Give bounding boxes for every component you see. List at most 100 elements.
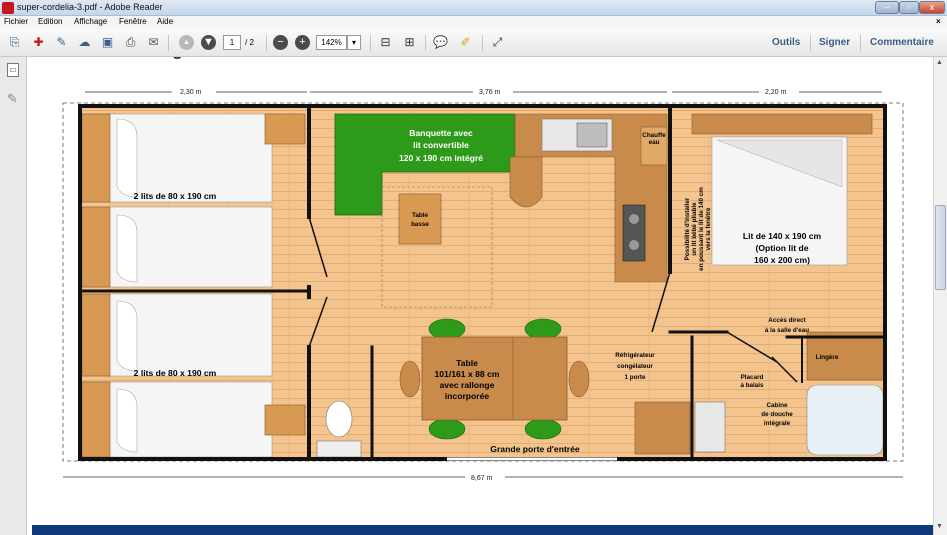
- cloud-icon[interactable]: ☁: [76, 34, 93, 51]
- floor-plan: g 2,30 m 3,76 m 2,20 m 8,67 m 2 lits de: [32, 57, 933, 535]
- window-title: super-cordelia-3.pdf - Adobe Reader: [17, 2, 163, 12]
- toolbar-separator: [370, 35, 371, 51]
- label-chauffe-eau-2: eau: [649, 139, 660, 146]
- zoom-level-input[interactable]: 142%: [316, 35, 347, 50]
- toolbar-separator: [860, 35, 861, 51]
- menu-edition[interactable]: Edition: [38, 17, 62, 26]
- label-entrance: Grande porte d'entrée: [490, 444, 580, 454]
- heading-fragment: g: [172, 57, 183, 59]
- label-frigo-2: congélateur: [617, 363, 653, 370]
- expand-icon[interactable]: ⤢: [489, 34, 506, 51]
- table-basse: [398, 193, 442, 245]
- label-douche-2: de douche: [761, 411, 793, 418]
- document-viewport[interactable]: g 2,30 m 3,76 m 2,20 m 8,67 m 2 lits de: [27, 57, 933, 535]
- label-table-4: incorporée: [445, 391, 490, 401]
- label-placard-2: à balais: [740, 382, 764, 389]
- label-chauffe-eau-1: Chauffe: [642, 132, 666, 139]
- menu-affichage[interactable]: Affichage: [74, 17, 107, 26]
- toolbar-separator: [168, 35, 169, 51]
- outils-link[interactable]: Outils: [772, 37, 800, 48]
- zoom-dropdown-chevron-down-icon[interactable]: ▾: [347, 35, 361, 50]
- svg-text:vers la fenêtre: vers la fenêtre: [705, 207, 712, 250]
- label-frigo-3: 1 porte: [625, 374, 646, 381]
- toolbar: ⎘ ✚ ✎ ☁ ▣ ⎙ ✉ ▲ ▼ 1 / 2 − + 142% ▾ ⊟ ⊞ 💬…: [0, 29, 947, 57]
- menu-aide[interactable]: Aide: [157, 17, 173, 26]
- email-icon[interactable]: ✉: [145, 34, 162, 51]
- toolbar-separator: [482, 35, 483, 51]
- dimension-right: 2,20 m: [765, 89, 787, 96]
- shower-cabin: [806, 384, 884, 456]
- close-document-button[interactable]: ×: [936, 17, 941, 26]
- signer-link[interactable]: Signer: [819, 37, 850, 48]
- bed-top-2: [81, 206, 273, 288]
- adobe-reader-icon: [2, 2, 14, 14]
- label-banquette-2: lit convertible: [413, 140, 469, 150]
- bed-top-1: [81, 113, 273, 203]
- page-number-input[interactable]: 1: [223, 35, 241, 50]
- dimension-total: 8,67 m: [471, 475, 493, 482]
- washbasin: [694, 401, 726, 453]
- scroll-down-icon[interactable]: ▼: [936, 523, 943, 530]
- wardrobe-top: [264, 113, 306, 145]
- toolbar-separator: [266, 35, 267, 51]
- navigation-panel: ▭ ✎: [0, 57, 27, 535]
- highlight-icon[interactable]: ✐: [457, 34, 474, 51]
- svg-text:Possibilité d'installer: Possibilité d'installer: [684, 197, 691, 260]
- fit-width-icon[interactable]: ⊞: [401, 34, 418, 51]
- menu-fenetre[interactable]: Fenêtre: [119, 17, 147, 26]
- burner: [629, 214, 639, 224]
- label-acces-1: Accès direct: [768, 317, 806, 324]
- menu-fichier[interactable]: Fichier: [4, 17, 28, 26]
- vertical-scrollbar[interactable]: ▲ ▼: [933, 57, 947, 535]
- label-master-bed-1: Lit de 140 x 190 cm: [743, 231, 822, 241]
- dimension-left: 2,30 m: [180, 89, 202, 96]
- label-table-1: Table: [456, 358, 478, 368]
- label-frigo-1: Réfrigérateur: [615, 352, 655, 359]
- commentaire-link[interactable]: Commentaire: [870, 37, 934, 48]
- minimize-button[interactable]: –: [875, 1, 899, 14]
- toolbar-separator: [425, 35, 426, 51]
- label-table-basse-1: Table: [412, 212, 428, 219]
- label-lingerie: Lingère: [816, 354, 839, 361]
- window-title-bar: super-cordelia-3.pdf - Adobe Reader – ▫ …: [0, 0, 947, 16]
- svg-text:un lit bébé pliable: un lit bébé pliable: [691, 202, 698, 256]
- page-total: / 2: [245, 38, 254, 47]
- next-page-icon[interactable]: ▼: [201, 35, 216, 50]
- maximize-button[interactable]: ▫: [899, 1, 919, 14]
- wardrobe-bottom: [264, 404, 306, 436]
- burner: [629, 240, 639, 250]
- zoom-in-icon[interactable]: +: [295, 35, 310, 50]
- label-banquette-1: Banquette avec: [409, 128, 473, 138]
- label-table-3: avec rallonge: [440, 380, 495, 390]
- edit-icon[interactable]: ✎: [53, 34, 70, 51]
- bed-bottom-1: [81, 293, 273, 377]
- kitchen-peninsula: [509, 156, 543, 208]
- create-pdf-icon[interactable]: ⎘: [6, 34, 23, 51]
- sink-basin: [576, 122, 608, 148]
- scrollbar-thumb[interactable]: [935, 205, 946, 290]
- fridge: [634, 401, 691, 455]
- print-icon[interactable]: ⎙: [122, 34, 139, 51]
- footer-band: [32, 525, 933, 535]
- toolbar-separator: [810, 35, 811, 51]
- comment-icon[interactable]: 💬: [432, 34, 449, 51]
- menu-bar: Fichier Edition Affichage Fenêtre Aide ×: [0, 16, 947, 29]
- toilet: [325, 400, 353, 438]
- fit-page-icon[interactable]: ⊟: [377, 34, 394, 51]
- pages-thumbnail-icon[interactable]: ▭: [7, 63, 19, 77]
- previous-page-icon[interactable]: ▲: [179, 35, 194, 50]
- close-button[interactable]: x: [919, 1, 945, 14]
- label-placard-1: Placard: [741, 374, 764, 381]
- create-icon[interactable]: ✚: [30, 34, 47, 51]
- toilet-tank: [316, 440, 362, 458]
- save-icon[interactable]: ▣: [99, 34, 116, 51]
- attachments-icon[interactable]: ✎: [7, 91, 18, 107]
- label-douche-1: Cabine: [767, 402, 788, 409]
- dimension-middle: 3,76 m: [479, 89, 501, 96]
- label-table-basse-2: basse: [411, 221, 429, 228]
- zoom-out-icon[interactable]: −: [273, 35, 288, 50]
- bed-bottom-2: [81, 381, 273, 458]
- label-acces-2: à la salle d'eau: [765, 327, 809, 334]
- label-beds-top: 2 lits de 80 x 190 cm: [134, 191, 217, 201]
- scroll-up-icon[interactable]: ▲: [936, 59, 943, 66]
